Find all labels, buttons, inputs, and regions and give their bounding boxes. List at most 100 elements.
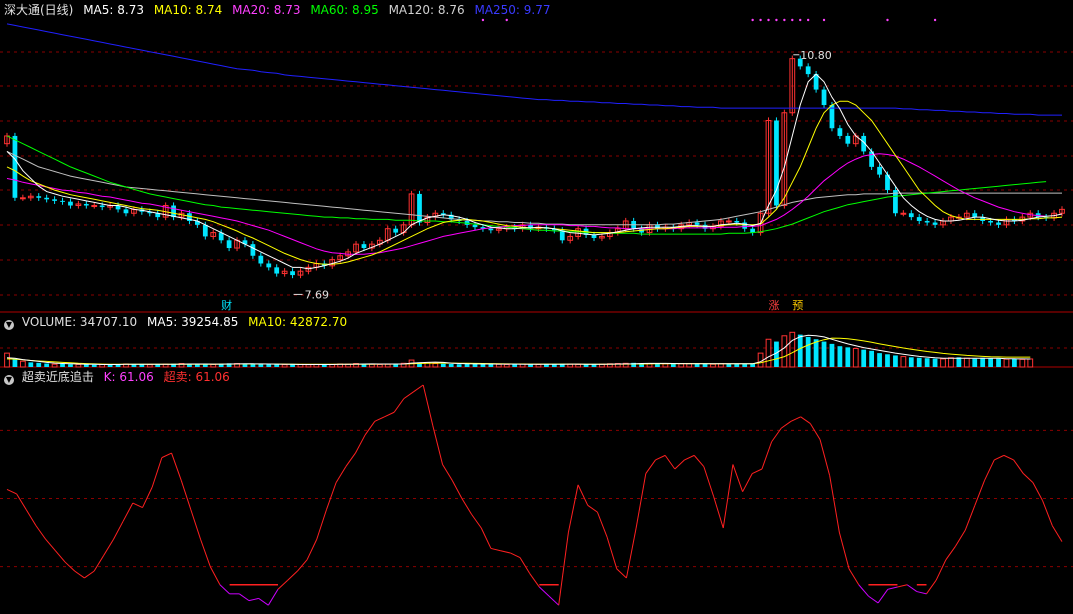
volume-panel[interactable] <box>4 331 1034 368</box>
k-line-segment <box>994 454 1005 461</box>
ma20-line <box>6 153 1047 255</box>
volume-bar <box>472 363 478 367</box>
candle-body <box>813 74 819 90</box>
volume-bar <box>51 363 58 368</box>
candle-body <box>171 205 176 218</box>
volume-bar <box>146 364 153 368</box>
k-line-segment <box>1013 459 1024 474</box>
candle-body <box>290 271 295 276</box>
candle-body <box>68 201 73 206</box>
k-line-segment <box>761 441 773 470</box>
candle-body <box>988 220 993 223</box>
volume-bar <box>988 358 993 367</box>
k-line-segment <box>771 427 782 443</box>
k-line-segment <box>500 550 511 554</box>
k-line-segment <box>519 557 531 574</box>
forecast-marker[interactable]: 预 <box>792 299 803 312</box>
k-line-segment <box>25 509 37 527</box>
k-line-segment <box>1003 454 1014 461</box>
volume-bar <box>131 364 137 367</box>
volume-bar <box>266 364 272 367</box>
candle-body <box>734 220 740 223</box>
ma250-line <box>6 23 1062 116</box>
candle-body <box>266 263 272 268</box>
candle-body <box>900 212 907 215</box>
financial-report-marker[interactable]: 财 <box>221 298 232 312</box>
volume-bar <box>12 358 18 367</box>
volume-bar <box>440 363 446 367</box>
k-line-segment <box>1051 525 1063 542</box>
candle-body <box>996 222 1001 225</box>
k-line-segment <box>848 568 860 586</box>
k-line-segment <box>984 459 995 481</box>
k-line-segment <box>935 559 947 581</box>
k-line-segment <box>887 586 898 590</box>
volume-bar <box>44 363 50 367</box>
candle-body <box>60 200 65 202</box>
k-line-segment <box>858 584 869 597</box>
k-line-segment <box>538 586 550 597</box>
candle-body <box>52 199 57 201</box>
k-line-segment <box>868 595 879 604</box>
volume-bar <box>1012 358 1017 367</box>
candle-body <box>972 213 978 218</box>
k-line-segment <box>219 584 230 595</box>
indicator-panel[interactable] <box>6 384 1063 606</box>
candle-body <box>916 217 922 221</box>
k-line-segment <box>16 493 27 511</box>
candle-body <box>417 193 422 223</box>
candle-body <box>83 203 89 206</box>
k-line-segment <box>171 452 182 481</box>
candle-body <box>12 135 18 198</box>
price-panel[interactable] <box>4 18 1065 295</box>
k-line-segment <box>838 532 850 569</box>
limit-up-marker[interactable]: 涨 <box>769 299 780 312</box>
stock-chart-canvas[interactable]: 10.80 7.69 财 涨 预 <box>0 0 1073 614</box>
event-dot <box>933 18 937 22</box>
k-line-segment <box>684 454 695 461</box>
k-line-segment <box>84 570 95 579</box>
k-line-segment <box>693 455 705 468</box>
k-line-segment <box>384 411 395 418</box>
k-line-segment <box>239 593 250 602</box>
k-line-segment <box>277 579 289 590</box>
volume-bar <box>781 335 788 368</box>
volume-bar <box>503 363 510 368</box>
k-line-segment <box>606 536 618 570</box>
k-line-segment <box>403 391 414 400</box>
k-line-segment <box>596 511 608 538</box>
candle-body <box>91 205 98 208</box>
k-line-segment <box>577 484 589 506</box>
candle-body <box>202 224 208 237</box>
event-dot <box>767 18 770 22</box>
k-line-segment <box>916 591 927 595</box>
candle-body <box>19 197 26 200</box>
volume-bar <box>512 364 518 367</box>
volume-bar <box>908 357 914 367</box>
k-line-segment <box>800 416 811 424</box>
event-dot <box>806 18 810 22</box>
candle-body <box>821 89 827 106</box>
volume-bar <box>742 363 748 367</box>
candle-body <box>123 209 129 214</box>
volume-bar <box>837 346 843 367</box>
volume-bar <box>821 341 827 367</box>
volume-bar <box>36 362 42 367</box>
k-line-segment <box>926 579 937 595</box>
volume-bar <box>107 364 113 367</box>
candle-body <box>472 224 478 228</box>
k-line-segment <box>945 545 956 561</box>
volume-bar <box>813 339 819 367</box>
k-line-segment <box>703 466 715 497</box>
candle-body <box>393 228 399 233</box>
k-line-segment <box>354 434 366 454</box>
k-line-segment <box>510 552 521 558</box>
volume-bar <box>996 358 1001 367</box>
k-line-segment <box>316 509 327 540</box>
k-line-segment <box>713 496 724 529</box>
k-line-segment <box>451 480 463 499</box>
k-line-segment <box>664 455 676 470</box>
candle-body <box>36 196 42 198</box>
k-line-segment <box>674 459 685 470</box>
k-line-segment <box>1042 500 1053 526</box>
